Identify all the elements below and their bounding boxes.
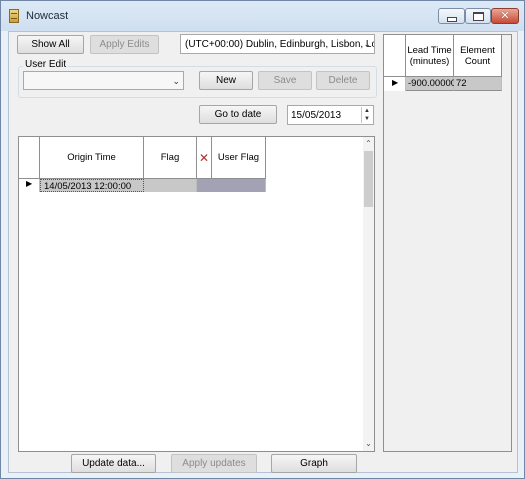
app-icon [9, 9, 19, 23]
nowcast-window: Nowcast ✕ Show All Apply Edits (UTC+00:0… [0, 0, 525, 479]
graph-button[interactable]: Graph [271, 454, 357, 473]
spin-down-icon[interactable]: ▼ [362, 115, 372, 123]
date-spinner[interactable]: ▲ ▼ [361, 107, 372, 123]
date-picker[interactable]: 15/05/2013 ▲ ▼ [287, 105, 374, 125]
row-header-corner [384, 35, 406, 77]
maximize-button[interactable] [465, 8, 491, 24]
lead-time-grid[interactable]: Lead Time (minutes) Element Count ▶ -900… [383, 34, 512, 452]
close-icon: ✕ [500, 9, 510, 22]
vertical-scrollbar[interactable]: ⌃ ⌄ [363, 137, 374, 451]
table-cell-element-count[interactable]: 72 [454, 77, 502, 91]
update-data-button[interactable]: Update data... [71, 454, 156, 473]
timezone-select[interactable]: (UTC+00:00) Dublin, Edinburgh, Lisbon, L… [180, 34, 375, 54]
scrollbar-thumb[interactable] [364, 151, 373, 207]
origin-time-value: 14/05/2013 12:00:00 [44, 181, 132, 192]
date-value: 15/05/2013 [291, 110, 342, 121]
table-cell-flag[interactable] [144, 179, 197, 192]
spin-up-icon[interactable]: ▲ [362, 107, 372, 115]
scroll-down-icon[interactable]: ⌄ [363, 438, 374, 450]
client-area: Show All Apply Edits (UTC+00:00) Dublin,… [8, 31, 518, 473]
go-to-date-button[interactable]: Go to date [199, 105, 277, 124]
apply-updates-button[interactable]: Apply updates [171, 454, 257, 473]
current-row-arrow-icon: ▶ [26, 179, 33, 188]
maximize-icon [472, 11, 484, 21]
current-row-arrow-icon: ▶ [392, 78, 399, 87]
flag-cross-icon[interactable]: ✕ [197, 137, 212, 179]
show-all-button[interactable]: Show All [17, 35, 84, 54]
column-header-element-count[interactable]: Element Count [454, 35, 502, 77]
column-header-flag[interactable]: Flag [144, 137, 197, 179]
row-header-corner [19, 137, 40, 179]
minimize-icon [446, 16, 457, 22]
timezone-value: (UTC+00:00) Dublin, Edinburgh, Lisbon, L… [185, 39, 375, 50]
row-selector[interactable]: ▶ [19, 179, 40, 192]
lead-time-value: -900.00000 [408, 78, 457, 89]
title-bar[interactable]: Nowcast ✕ [1, 1, 524, 31]
column-header-origin-time[interactable]: Origin Time [40, 137, 144, 179]
origin-time-grid[interactable]: Origin Time Flag ✕ User Flag ▶ 14/05/201… [18, 136, 375, 452]
delete-button[interactable]: Delete [316, 71, 370, 90]
chevron-down-icon: ⌄ [363, 39, 371, 49]
apply-edits-button[interactable]: Apply Edits [90, 35, 159, 54]
user-edit-select[interactable]: ⌄ [23, 71, 184, 90]
table-cell-origin-time[interactable]: 14/05/2013 12:00:00 [40, 179, 144, 192]
column-header-user-flag[interactable]: User Flag [212, 137, 266, 179]
new-button[interactable]: New [199, 71, 253, 90]
row-selector[interactable]: ▶ [384, 77, 406, 91]
minimize-button[interactable] [438, 8, 465, 24]
table-cell-user-flag[interactable] [197, 179, 266, 192]
chevron-down-icon: ⌄ [172, 76, 180, 86]
save-button[interactable]: Save [258, 71, 312, 90]
scroll-up-icon[interactable]: ⌃ [363, 138, 374, 150]
column-header-lead-time[interactable]: Lead Time (minutes) [406, 35, 454, 77]
element-count-value: 72 [456, 78, 467, 89]
close-button[interactable]: ✕ [491, 8, 519, 24]
user-edit-label: User Edit [23, 59, 69, 70]
window-title: Nowcast [26, 10, 69, 22]
table-cell-lead-time[interactable]: -900.00000 [406, 77, 457, 91]
